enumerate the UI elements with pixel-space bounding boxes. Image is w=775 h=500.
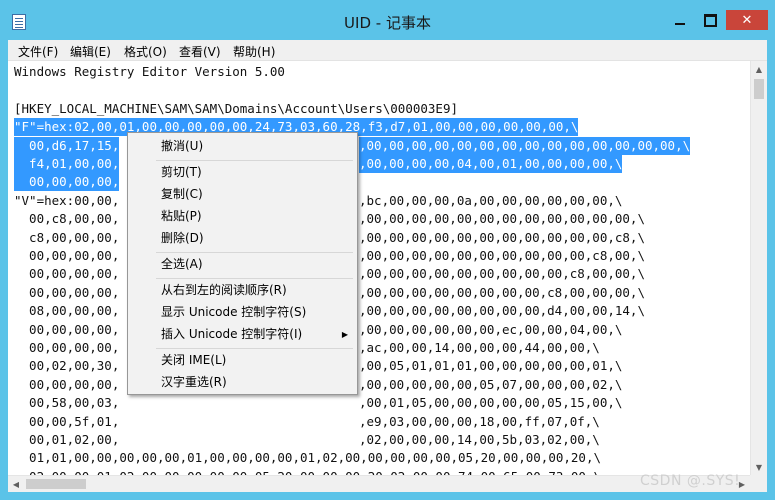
menu-edit[interactable]: 编辑(E) [70, 43, 111, 60]
scroll-left-icon[interactable]: ◀ [8, 476, 24, 492]
text-fragment: ,ac,00,00,14,00,00,00,44,00,00,\ [359, 340, 600, 355]
menu-file[interactable]: 文件(F) [18, 43, 58, 60]
text-line: 00,01,02,00, [14, 432, 120, 447]
menu-view[interactable]: 查看(V) [179, 43, 221, 60]
title-bar[interactable]: UID - 记事本 ✕ [0, 0, 775, 40]
text-line: "V"=hex:00,00, [14, 192, 120, 208]
submenu-arrow-icon: ▶ [341, 330, 348, 339]
ctx-select-all[interactable]: 全选(A) [128, 254, 357, 275]
menu-bar: 文件(F) 编辑(E) 格式(O) 查看(V) 帮助(H) [8, 40, 767, 61]
vertical-scroll-thumb[interactable] [754, 79, 764, 99]
ctx-cut[interactable]: 剪切(T) [128, 162, 357, 183]
text-fragment: ,00,00,00,00,00,00,00,00,00,00,00,00,\ [359, 211, 645, 227]
scroll-down-icon[interactable]: ▼ [751, 459, 767, 475]
text-line: [HKEY_LOCAL_MACHINE\SAM\SAM\Domains\Acco… [14, 100, 459, 116]
menu-separator [156, 278, 353, 279]
menu-item-label: 汉字重选(R) [161, 375, 227, 389]
ctx-insert-unicode-control[interactable]: 插入 Unicode 控制字符(I) ▶ [128, 324, 357, 345]
menu-item-label: 关闭 IME(L) [161, 353, 227, 367]
text-fragment: ,00,00,00,00,00,00,00,00,d4,00,00,14,\ [359, 303, 645, 319]
selected-text-line: f4,01,00,00, [14, 155, 120, 173]
close-button[interactable]: ✕ [726, 10, 768, 30]
menu-item-label: 全选(A) [161, 257, 203, 271]
ctx-rtl-reading-order[interactable]: 从右到左的阅读顺序(R) [128, 280, 357, 301]
text-line: 00,00,00,00, [14, 266, 120, 282]
text-fragment: ,00,00,00,00,00,00,00,00,00,c8,00,00,\ [359, 266, 645, 282]
window-title: UID - 记事本 [344, 14, 431, 32]
text-line: 01,01,00,00,00,00,00,01,00,00,00,00,01,0… [14, 450, 601, 466]
maximize-icon [703, 13, 717, 27]
text-fragment: ,e9,03,00,00,00,18,00,ff,07,0f,\ [359, 413, 600, 429]
text-fragment: ,00,00,00,00,00,00,00,00,00,00,00,c8,\ [359, 229, 645, 245]
menu-item-label: 显示 Unicode 控制字符(S) [161, 305, 307, 319]
selected-text-line: 00,00,00,00, [14, 173, 120, 192]
text-line: 02,00,00,01,02,00,00,00,00,00,05,20,00,0… [14, 468, 601, 475]
notepad-client-area: 文件(F) 编辑(E) 格式(O) 查看(V) 帮助(H) Windows Re… [8, 40, 767, 492]
text-editor-area[interactable]: Windows Registry Editor Version 5.00 [HKE… [8, 61, 750, 475]
ctx-undo[interactable]: 撤消(U) [128, 136, 357, 157]
text-line: 00,00,00,00, [14, 376, 120, 392]
menu-item-label: 插入 Unicode 控制字符(I) [161, 327, 303, 341]
ctx-copy[interactable]: 复制(C) [128, 184, 357, 205]
selected-text-fragment: ,00,00,00,00,00,00,00,00,00,00,00,00,00,… [359, 136, 691, 155]
text-line: 00,00,00,00, [14, 248, 120, 263]
menu-separator [156, 348, 353, 349]
selected-text-line: 00,d6,17,15, [14, 136, 120, 155]
vertical-scrollbar[interactable]: ▲ ▼ [750, 61, 767, 475]
text-line: 00,00,5f,01, [14, 413, 120, 429]
text-fragment: ,00,05,01,01,01,00,00,00,00,00,01,\ [359, 358, 623, 374]
ctx-show-unicode-control[interactable]: 显示 Unicode 控制字符(S) [128, 302, 357, 323]
text-line: 00,02,00,30, [14, 358, 120, 374]
text-fragment: ,00,00,00,00,00,00,00,00,00,00,c8,00,\ [359, 248, 645, 263]
maximize-button[interactable] [696, 10, 724, 30]
text-fragment: ,00,00,00,00,00,00,ec,00,00,04,00,\ [359, 321, 623, 337]
text-fragment: ,bc,00,00,00,0a,00,00,00,00,00,00,\ [359, 192, 623, 208]
text-line: c8,00,00,00, [14, 229, 120, 245]
menu-item-label: 粘贴(P) [161, 209, 202, 223]
watermark: CSDN @.SYS! [640, 473, 741, 489]
text-line: Windows Registry Editor Version 5.00 [14, 64, 285, 79]
text-fragment: ,00,00,00,00,00,00,00,00,c8,00,00,00,\ [359, 284, 645, 300]
text-fragment: ,00,01,05,00,00,00,00,00,05,15,00,\ [359, 395, 623, 411]
menu-item-label: 撤消(U) [161, 139, 204, 153]
selected-text-fragment: ,00,00,00,00,04,00,01,00,00,00,00,\ [359, 155, 623, 173]
menu-format[interactable]: 格式(O) [124, 43, 167, 60]
menu-item-label: 删除(D) [161, 231, 204, 245]
ctx-close-ime[interactable]: 关闭 IME(L) [128, 350, 357, 371]
close-icon: ✕ [741, 12, 753, 28]
horizontal-scroll-thumb[interactable] [26, 479, 86, 489]
text-line: 00,c8,00,00, [14, 211, 120, 227]
text-line: 00,00,00,00, [14, 340, 120, 355]
ctx-delete[interactable]: 删除(D) [128, 228, 357, 249]
minimize-button[interactable] [666, 10, 694, 30]
menu-separator [156, 252, 353, 253]
ctx-hanzi-reconversion[interactable]: 汉字重选(R) [128, 372, 357, 393]
text-fragment: ,00,00,00,00,00,05,07,00,00,00,02,\ [359, 376, 623, 392]
text-fragment: ,02,00,00,00,14,00,5b,03,02,00,\ [359, 432, 600, 447]
notepad-window: UID - 记事本 ✕ 文件(F) 编辑(E) 格式(O) 查看(V) 帮助(H… [0, 0, 775, 500]
text-line: 08,00,00,00, [14, 303, 120, 319]
text-line: 00,58,00,03, [14, 395, 120, 411]
horizontal-scrollbar[interactable]: ◀ ▶ [8, 475, 750, 492]
context-menu: 撤消(U) 剪切(T) 复制(C) 粘贴(P) 删除(D) 全选(A) 从右到左的阅读顺序(… [127, 132, 358, 395]
menu-item-label: 剪切(T) [161, 165, 202, 179]
scroll-up-icon[interactable]: ▲ [751, 61, 767, 77]
menu-help[interactable]: 帮助(H) [233, 43, 275, 60]
size-grip[interactable] [750, 475, 767, 492]
ctx-paste[interactable]: 粘贴(P) [128, 206, 357, 227]
minimize-icon [675, 23, 685, 25]
menu-separator [156, 160, 353, 161]
text-line: 00,00,00,00, [14, 284, 120, 300]
text-line: 00,00,00,00, [14, 321, 120, 337]
menu-item-label: 从右到左的阅读顺序(R) [161, 283, 287, 297]
menu-item-label: 复制(C) [161, 187, 203, 201]
